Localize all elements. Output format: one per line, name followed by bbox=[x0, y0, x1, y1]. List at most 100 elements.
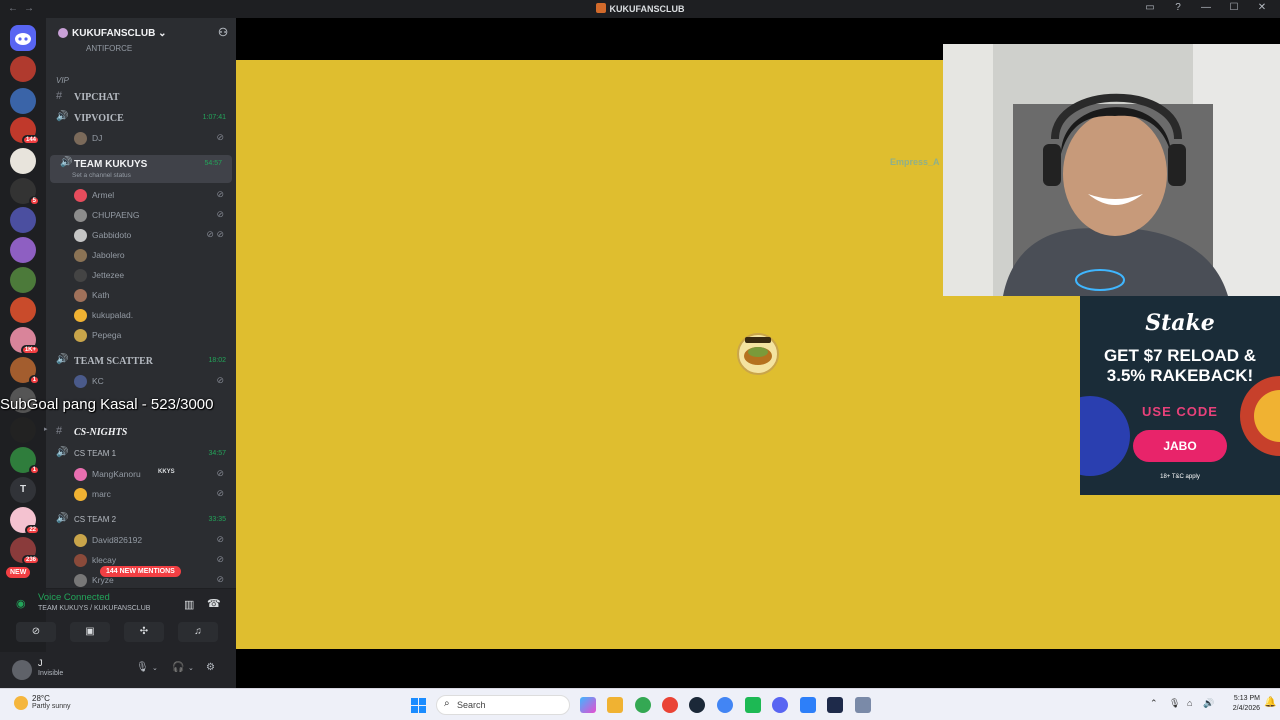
channel-team-kukuys[interactable]: 🔊 TEAM KUKUYS 54:57 Set a channel status bbox=[50, 155, 232, 183]
channel-cs-team-1[interactable]: 🔊 CS TEAM 1 34:57 bbox=[46, 445, 236, 463]
voice-user[interactable]: Jettezee bbox=[46, 266, 236, 284]
file-explorer-icon[interactable] bbox=[607, 697, 623, 713]
server-icon[interactable] bbox=[10, 237, 36, 263]
deafened-icon: ⊘ bbox=[216, 488, 224, 498]
editor-icon[interactable] bbox=[827, 697, 843, 713]
deafened-icon: ⊘ bbox=[216, 468, 224, 478]
ad-code-button[interactable]: JABO bbox=[1133, 430, 1227, 462]
voice-channel-path[interactable]: TEAM KUKUYS / KUKUFANSCLUB bbox=[38, 605, 150, 612]
chevron-up-icon[interactable]: ⌃ bbox=[1150, 698, 1158, 709]
help-icon[interactable]: ? bbox=[1164, 2, 1192, 13]
close-button[interactable]: ✕ bbox=[1248, 2, 1276, 13]
voice-connected-label[interactable]: Voice Connected bbox=[38, 592, 110, 603]
voice-user[interactable]: DJ ⊘ bbox=[46, 129, 236, 147]
avatar bbox=[74, 554, 87, 567]
inbox-icon[interactable]: ▭ bbox=[1136, 2, 1164, 13]
soundboard-button[interactable]: ♫ bbox=[178, 622, 218, 642]
chevron-down-icon[interactable]: ⌄ bbox=[188, 664, 194, 672]
camera-button[interactable]: ⊘ bbox=[16, 622, 56, 642]
taskbar-search[interactable]: ⌕ Search bbox=[436, 695, 570, 715]
discord-home-icon[interactable] bbox=[10, 25, 36, 51]
voice-user[interactable]: marc ⊘ bbox=[46, 485, 236, 503]
category-cs-nights[interactable]: ▸ # CS-NIGHTS bbox=[44, 423, 236, 441]
server-icon[interactable]: 1 bbox=[10, 357, 40, 385]
server-icon[interactable] bbox=[10, 88, 36, 114]
microphone-tray-icon[interactable]: 🎙 bbox=[1169, 698, 1180, 709]
server-icon[interactable] bbox=[10, 267, 36, 293]
voice-user[interactable]: kukupalad. bbox=[46, 306, 236, 324]
microphone-icon[interactable]: 🎙 bbox=[136, 662, 149, 673]
volume-icon[interactable]: 🔊 bbox=[1203, 698, 1214, 709]
avatar[interactable] bbox=[12, 660, 32, 680]
maximize-button[interactable]: ☐ bbox=[1220, 2, 1248, 13]
server-icon[interactable] bbox=[10, 56, 36, 82]
chevron-down-icon[interactable]: ⌄ bbox=[152, 664, 158, 672]
screenshare-button[interactable]: ▣ bbox=[70, 622, 110, 642]
voice-user[interactable]: MangKanoru KKYS ⊘ bbox=[46, 465, 236, 483]
avatar bbox=[74, 269, 87, 282]
sponsor-ad[interactable]: Stake GET $7 RELOAD & 3.5% RAKEBACK! USE … bbox=[1080, 296, 1280, 495]
chevron-right-icon: ▸ bbox=[44, 426, 48, 433]
voice-user[interactable]: Pepega bbox=[46, 326, 236, 344]
signal-icon[interactable]: ◉ bbox=[16, 597, 26, 610]
server-rail: 144 5 1K+ 1 1 T 22 236 NEW bbox=[0, 18, 46, 688]
server-icon[interactable]: 1K+ bbox=[10, 327, 40, 355]
ad-terms: 18+ T&C apply bbox=[1160, 474, 1200, 480]
new-mentions-pill[interactable]: 144 NEW MENTIONS bbox=[100, 566, 181, 577]
server-icon-t[interactable]: T bbox=[10, 477, 36, 503]
username[interactable]: J bbox=[38, 658, 43, 668]
settings-gear-icon[interactable]: ⚙ bbox=[206, 662, 215, 673]
voice-user[interactable]: Gabbidoto ⊘ ⊘ bbox=[46, 226, 236, 244]
windows-start-icon[interactable] bbox=[411, 698, 427, 714]
app-icon[interactable] bbox=[745, 697, 761, 713]
avatar bbox=[74, 468, 87, 481]
copilot-icon[interactable] bbox=[580, 697, 596, 713]
notes-icon[interactable] bbox=[800, 697, 816, 713]
chrome-icon[interactable] bbox=[635, 697, 651, 713]
snipping-tool-icon[interactable] bbox=[855, 697, 871, 713]
avatar bbox=[74, 329, 87, 342]
voice-user[interactable]: Kath bbox=[46, 286, 236, 304]
minimize-button[interactable]: — bbox=[1192, 2, 1220, 13]
notification-bell-icon[interactable]: 🔔 bbox=[1264, 697, 1276, 708]
server-icon[interactable] bbox=[10, 297, 36, 323]
voice-user[interactable]: CHUPAENG ⊘ bbox=[46, 206, 236, 224]
chrome-icon[interactable] bbox=[717, 697, 733, 713]
new-servers-pill[interactable]: NEW bbox=[6, 567, 31, 578]
voice-user[interactable]: Jabolero bbox=[46, 246, 236, 264]
channel-vipvoice[interactable]: 🔊 VIPVOICE 1:07:41 bbox=[46, 109, 236, 127]
taskbar-clock[interactable]: 5:13 PM 2/4/2026 bbox=[1224, 694, 1260, 714]
speaker-icon: 🔊 bbox=[56, 111, 69, 122]
avatar bbox=[74, 488, 87, 501]
server-icon[interactable]: 22 bbox=[10, 507, 40, 535]
server-name: KUKUFANSCLUB bbox=[72, 28, 156, 39]
ad-brand-logo: Stake bbox=[1145, 310, 1215, 336]
avatar bbox=[74, 375, 87, 388]
server-icon[interactable] bbox=[10, 207, 36, 233]
voice-user[interactable]: KC ⊘ bbox=[46, 372, 236, 390]
deafened-icon: ⊘ bbox=[216, 132, 224, 142]
channel-vipchat[interactable]: # VIPCHAT bbox=[46, 88, 236, 106]
chrome-icon[interactable] bbox=[662, 697, 678, 713]
invite-icon[interactable]: ⚇ bbox=[218, 26, 228, 39]
voice-user[interactable]: Armel ⊘ bbox=[46, 186, 236, 204]
steam-icon[interactable] bbox=[689, 697, 705, 713]
channel-cs-team-2[interactable]: 🔊 CS TEAM 2 33:35 bbox=[46, 511, 236, 529]
server-icon[interactable]: 236 bbox=[10, 537, 40, 565]
noise-suppression-icon[interactable]: ▥ bbox=[184, 598, 194, 611]
server-icon-kukufansclub[interactable] bbox=[10, 148, 36, 174]
discord-icon[interactable] bbox=[772, 697, 788, 713]
weather-widget[interactable]: 28°C Partly sunny bbox=[14, 694, 71, 710]
server-icon[interactable]: 1 bbox=[10, 447, 40, 475]
server-icon[interactable]: 144 bbox=[10, 117, 40, 145]
server-icon[interactable]: 5 bbox=[10, 178, 40, 206]
channel-partial[interactable]: ANTIFORCE bbox=[46, 44, 236, 62]
disconnect-icon[interactable]: ☎ bbox=[207, 597, 221, 610]
activities-button[interactable]: ✣ bbox=[124, 622, 164, 642]
channel-team-scatter[interactable]: 🔊 TEAM SCATTER 18:02 bbox=[46, 352, 236, 370]
ad-headline: GET $7 RELOAD & 3.5% RAKEBACK! bbox=[1103, 346, 1257, 385]
network-icon[interactable]: ⌂ bbox=[1187, 698, 1192, 708]
server-icon[interactable] bbox=[10, 417, 36, 443]
headphones-icon[interactable]: 🎧 bbox=[172, 662, 184, 673]
voice-user[interactable]: David826192 ⊘ bbox=[46, 531, 236, 549]
